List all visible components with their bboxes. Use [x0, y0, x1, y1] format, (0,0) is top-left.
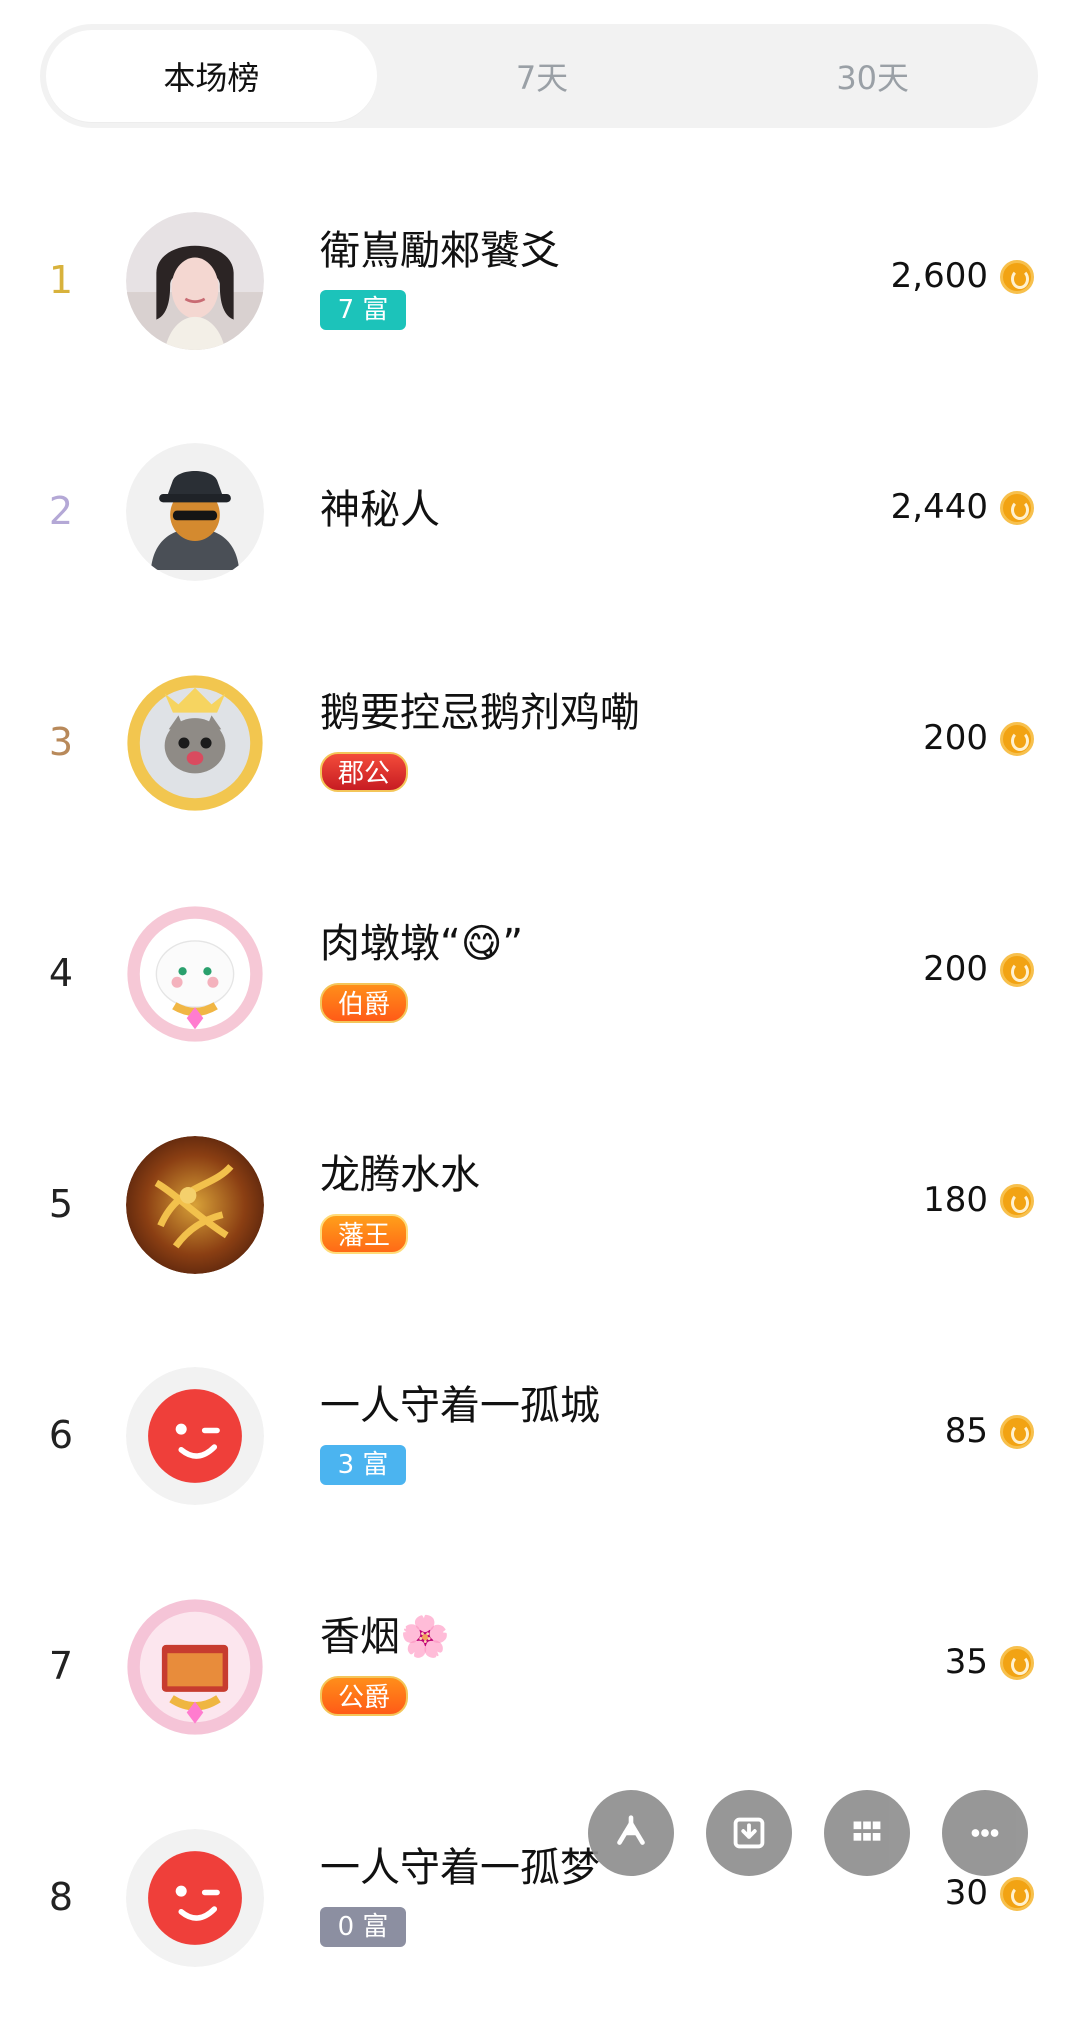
coin-icon [1000, 1877, 1034, 1911]
wealth-badge: 3 富 [320, 1445, 406, 1485]
avatar[interactable] [126, 443, 264, 581]
user-name: 龙腾水水 [320, 1152, 480, 1198]
rank-number: 3 [48, 720, 74, 764]
coin-icon [1000, 722, 1034, 756]
coin-icon [1000, 260, 1034, 294]
user-name: 一人守着一孤城 [320, 1383, 600, 1429]
score-value: 200 [923, 949, 988, 989]
score-value: 2,440 [890, 487, 988, 527]
table-row[interactable]: 1 衛嶌勵郲饕爻 7 富 2,600 [0, 180, 1080, 411]
user-name: 神秘人 [320, 487, 440, 533]
wealth-badge: 0 富 [320, 1907, 406, 1947]
user-name: 香烟🌸 [320, 1614, 450, 1660]
avatar[interactable] [126, 1367, 264, 1505]
tab-7-days[interactable]: 7天 [377, 30, 708, 122]
avatar[interactable] [126, 674, 264, 812]
rank-badge: 伯爵 [320, 983, 409, 1023]
rank-number: 4 [48, 951, 74, 995]
avatar[interactable] [126, 212, 264, 350]
table-row[interactable]: 6 一人守着一孤城 3 富 85 [0, 1335, 1080, 1566]
rank-number: 2 [48, 489, 74, 533]
rank-number: 5 [48, 1182, 74, 1226]
tab-this-session[interactable]: 本场榜 [46, 30, 377, 122]
more-icon [971, 1829, 999, 1837]
floating-actions [588, 1790, 1028, 1876]
score-value: 2,600 [890, 256, 988, 296]
rank-number: 8 [48, 1875, 74, 1919]
download-button[interactable] [706, 1790, 792, 1876]
rank-badge: 公爵 [320, 1676, 409, 1716]
score-value: 35 [944, 1642, 988, 1682]
leaderboard-list: 1 衛嶌勵郲饕爻 7 富 2,600 2 神秘人 2,440 3 鹅要控忌鹅剂鸡… [0, 180, 1080, 2028]
rank-tabs: 本场榜 7天 30天 [40, 24, 1038, 128]
coin-icon [1000, 953, 1034, 987]
avatar[interactable] [126, 1829, 264, 1967]
table-row[interactable]: 5 龙腾水水 藩王 180 [0, 1104, 1080, 1335]
table-row[interactable]: 4 肉墩墩“😋” 伯爵 200 [0, 873, 1080, 1104]
rank-number: 6 [48, 1413, 74, 1457]
coin-icon [1000, 491, 1034, 525]
user-name: 肉墩墩“😋” [320, 921, 524, 967]
user-name: 一人守着一孤梦 [320, 1845, 600, 1891]
score-value: 30 [944, 1873, 988, 1913]
wealth-badge: 7 富 [320, 290, 406, 330]
score-value: 200 [923, 718, 988, 758]
rank-number: 1 [48, 258, 74, 302]
rank-badge: 郡公 [320, 752, 409, 792]
score-value: 85 [944, 1411, 988, 1451]
user-name: 衛嶌勵郲饕爻 [320, 228, 560, 274]
rank-number: 7 [48, 1644, 74, 1688]
score-value: 180 [923, 1180, 988, 1220]
coin-icon [1000, 1184, 1034, 1218]
share-button[interactable] [588, 1790, 674, 1876]
share-icon [617, 1815, 645, 1845]
more-button[interactable] [942, 1790, 1028, 1876]
avatar[interactable] [126, 905, 264, 1043]
grid-icon [853, 1821, 881, 1841]
rank-badge: 藩王 [320, 1214, 409, 1254]
avatar[interactable] [126, 1136, 264, 1274]
table-row[interactable]: 3 鹅要控忌鹅剂鸡嘞 郡公 200 [0, 642, 1080, 873]
coin-icon [1000, 1646, 1034, 1680]
user-name: 鹅要控忌鹅剂鸡嘞 [320, 690, 640, 736]
coin-icon [1000, 1415, 1034, 1449]
download-icon [733, 1817, 765, 1849]
table-row[interactable]: 2 神秘人 2,440 [0, 411, 1080, 642]
tab-30-days[interactable]: 30天 [707, 30, 1038, 122]
avatar[interactable] [126, 1598, 264, 1736]
table-row[interactable]: 7 香烟🌸 公爵 35 [0, 1566, 1080, 1797]
grid-button[interactable] [824, 1790, 910, 1876]
